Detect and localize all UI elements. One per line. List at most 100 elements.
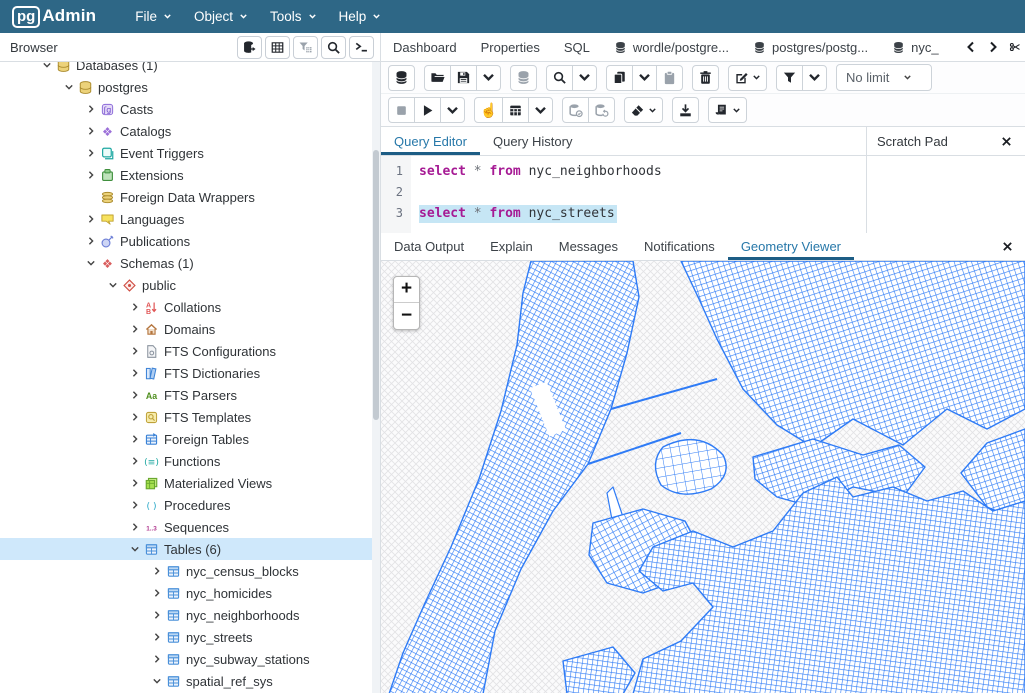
tab-postgres-postg[interactable]: postgres/postg...: [741, 33, 880, 61]
tab-properties[interactable]: Properties: [469, 33, 552, 61]
tree-item-nyc-homicides[interactable]: nyc_homicides: [0, 582, 380, 604]
tree-item-domains[interactable]: Domains: [0, 318, 380, 340]
psql-tool-button[interactable]: [349, 36, 374, 59]
tab-query-history[interactable]: Query History: [480, 127, 585, 155]
collapse-icon[interactable]: [150, 674, 164, 688]
tree-item-public[interactable]: public: [0, 274, 380, 296]
tree-item-procedures[interactable]: ( )Procedures: [0, 494, 380, 516]
download-results-button[interactable]: [672, 97, 699, 123]
expand-icon[interactable]: [128, 366, 142, 380]
tree-item-postgres[interactable]: postgres: [0, 76, 380, 98]
paste-button[interactable]: [656, 65, 683, 91]
tree-item-functions[interactable]: (≡)Functions: [0, 450, 380, 472]
scratch-pad-body[interactable]: [867, 156, 1025, 233]
tree-item-publications[interactable]: Publications: [0, 230, 380, 252]
tree-item-nyc-neighborhoods[interactable]: nyc_neighborhoods: [0, 604, 380, 626]
menu-tools[interactable]: Tools: [259, 0, 328, 33]
tree-item-spatial-ref-sys[interactable]: spatial_ref_sys: [0, 670, 380, 692]
tree-item-collations[interactable]: ABCollations: [0, 296, 380, 318]
expand-icon[interactable]: [128, 388, 142, 402]
tree-item-extensions[interactable]: Extensions: [0, 164, 380, 186]
edit-button[interactable]: [728, 65, 767, 91]
clear-button[interactable]: [624, 97, 663, 123]
expand-icon[interactable]: [150, 652, 164, 666]
collapse-icon[interactable]: [62, 80, 76, 94]
sql-editor[interactable]: 123 select * from nyc_neighborhoodsselec…: [381, 156, 867, 233]
tab-notifications[interactable]: Notifications: [631, 232, 728, 260]
tab-wordle-postgre[interactable]: wordle/postgre...: [602, 33, 741, 61]
commit-button[interactable]: [562, 97, 589, 123]
tab-data-output[interactable]: Data Output: [381, 232, 477, 260]
geometry-map-svg[interactable]: [381, 261, 1025, 693]
tree-item-foreign-tables[interactable]: Foreign Tables: [0, 428, 380, 450]
tree-item-nyc-census-blocks[interactable]: nyc_census_blocks: [0, 560, 380, 582]
menu-object[interactable]: Object: [183, 0, 259, 33]
expand-icon[interactable]: [128, 454, 142, 468]
explain-options-button[interactable]: [528, 97, 553, 123]
output-panel-close-icon[interactable]: [998, 237, 1016, 255]
execute-button[interactable]: [414, 97, 441, 123]
copy-options-button[interactable]: [632, 65, 657, 91]
view-data-button[interactable]: [265, 36, 290, 59]
tree-item-languages[interactable]: Languages: [0, 208, 380, 230]
connection-button[interactable]: [388, 65, 415, 91]
expand-icon[interactable]: [84, 168, 98, 182]
tree-item-fts-dictionaries[interactable]: FTS Dictionaries: [0, 362, 380, 384]
tree-item-foreign-data-wrappers[interactable]: Foreign Data Wrappers: [0, 186, 380, 208]
expand-icon[interactable]: [84, 234, 98, 248]
expand-icon[interactable]: [150, 564, 164, 578]
tab-nyc[interactable]: nyc_: [880, 33, 950, 61]
tab-scroll-right-icon[interactable]: [983, 36, 1003, 58]
tree-item-fts-templates[interactable]: FTS Templates: [0, 406, 380, 428]
delete-button[interactable]: [692, 65, 719, 91]
expand-icon[interactable]: [128, 476, 142, 490]
tab-explain[interactable]: Explain: [477, 232, 546, 260]
expand-icon[interactable]: [128, 322, 142, 336]
cancel-query-button[interactable]: [388, 97, 415, 123]
tree-item-nyc-subway-stations[interactable]: nyc_subway_stations: [0, 648, 380, 670]
map-zoom-out-button[interactable]: −: [394, 303, 419, 329]
tree-item-nyc-streets[interactable]: nyc_streets: [0, 626, 380, 648]
tree-item-tables-6[interactable]: Tables (6): [0, 538, 380, 560]
tree-item-schemas-1[interactable]: ❖Schemas (1): [0, 252, 380, 274]
map-zoom-in-button[interactable]: +: [394, 277, 419, 303]
open-file-button[interactable]: [424, 65, 451, 91]
tree-item-materialized-views[interactable]: Materialized Views: [0, 472, 380, 494]
macros-button[interactable]: [708, 97, 747, 123]
tree-item-event-triggers[interactable]: Event Triggers: [0, 142, 380, 164]
explain-button[interactable]: ☝: [474, 97, 503, 123]
execute-options-button[interactable]: [440, 97, 465, 123]
connect-database-button[interactable]: [237, 36, 262, 59]
connection-status-button[interactable]: [510, 65, 537, 91]
tab-sql[interactable]: SQL: [552, 33, 602, 61]
expand-icon[interactable]: [150, 608, 164, 622]
row-limit-select[interactable]: No limit: [836, 64, 932, 91]
copy-button[interactable]: [606, 65, 633, 91]
expand-icon[interactable]: [84, 212, 98, 226]
explain-analyze-button[interactable]: [502, 97, 529, 123]
collapse-icon[interactable]: [84, 256, 98, 270]
tab-dashboard[interactable]: Dashboard: [381, 33, 469, 61]
search-objects-button[interactable]: [321, 36, 346, 59]
menu-help[interactable]: Help: [328, 0, 393, 33]
rollback-button[interactable]: [588, 97, 615, 123]
editor-code[interactable]: select * from nyc_neighborhoodsselect * …: [411, 156, 866, 233]
tree-item-sequences[interactable]: 1..3Sequences: [0, 516, 380, 538]
tree-item-fts-configurations[interactable]: FTS Configurations: [0, 340, 380, 362]
tree-item-catalogs[interactable]: ❖Catalogs: [0, 120, 380, 142]
filter-button[interactable]: [776, 65, 803, 91]
tab-geometry-viewer[interactable]: Geometry Viewer: [728, 232, 854, 260]
tab-scroll-left-icon[interactable]: [961, 36, 981, 58]
expand-icon[interactable]: [84, 146, 98, 160]
tree-scrollbar[interactable]: [372, 62, 380, 693]
geometry-viewer[interactable]: + −: [381, 261, 1025, 693]
tab-detach-icon[interactable]: [1005, 36, 1025, 58]
expand-icon[interactable]: [128, 300, 142, 314]
tree-item-fts-parsers[interactable]: AaFTS Parsers: [0, 384, 380, 406]
find-options-button[interactable]: [572, 65, 597, 91]
filtered-rows-button[interactable]: [293, 36, 318, 59]
collapse-icon[interactable]: [40, 62, 54, 72]
expand-icon[interactable]: [84, 102, 98, 116]
tree-item-databases-1[interactable]: Databases (1): [0, 62, 380, 76]
expand-icon[interactable]: [150, 586, 164, 600]
